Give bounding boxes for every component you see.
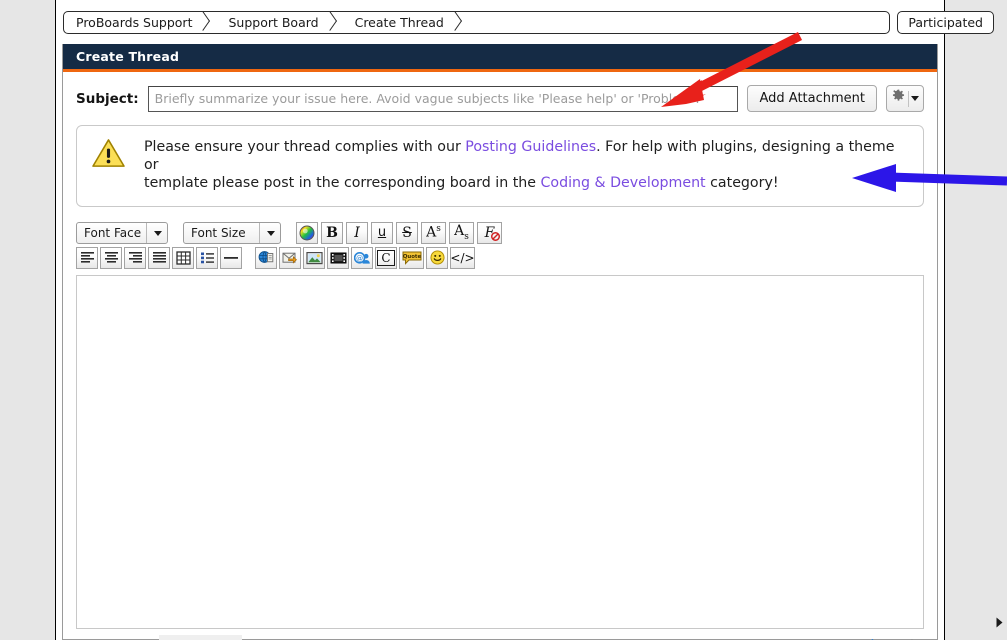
- underline-icon[interactable]: u: [371, 221, 393, 244]
- warning-icon: [91, 138, 126, 173]
- breadcrumb-row: ProBoards Support Support Board Create T…: [63, 11, 994, 34]
- posting-notice-text: Please ensure your thread complies with …: [144, 138, 909, 193]
- breadcrumb-label: ProBoards Support: [76, 15, 193, 30]
- italic-icon[interactable]: I: [346, 221, 368, 244]
- insert-user-icon[interactable]: @: [351, 246, 373, 269]
- subject-label: Subject:: [76, 90, 139, 107]
- breadcrumb-item-create-thread[interactable]: Create Thread: [343, 12, 446, 33]
- post-body-editor[interactable]: [76, 274, 924, 629]
- insert-code-icon[interactable]: C: [375, 246, 397, 269]
- font-size-select[interactable]: Font Size: [183, 221, 281, 244]
- insert-link-icon[interactable]: [255, 246, 277, 269]
- add-attachment-label: Add Attachment: [759, 91, 865, 106]
- remove-format-icon[interactable]: F: [477, 221, 502, 244]
- notice-line2-b: category!: [705, 175, 779, 192]
- superscript-glyph: A: [426, 224, 437, 241]
- breadcrumb-label: Create Thread: [354, 15, 444, 30]
- editor-bottom-bar: Preview BBCode: [76, 633, 924, 640]
- gear-icon: [891, 89, 906, 108]
- panel-title-label: Create Thread: [76, 49, 180, 64]
- subject-row: Subject: Add Attachment: [63, 72, 937, 120]
- chevron-down-icon: [267, 230, 275, 236]
- insert-image-icon[interactable]: [303, 246, 325, 269]
- insert-email-icon[interactable]: [279, 246, 301, 269]
- gear-divider: [908, 90, 909, 107]
- screenshot-root: ProBoards Support Support Board Create T…: [0, 0, 1007, 640]
- select-divider: [146, 222, 147, 243]
- bold-icon[interactable]: B: [321, 221, 343, 244]
- tab-bbcode[interactable]: BBCode: [158, 634, 242, 640]
- insert-smiley-icon[interactable]: [426, 246, 448, 269]
- breadcrumb-item-proboards-support[interactable]: ProBoards Support: [64, 12, 194, 33]
- insert-table-icon[interactable]: [172, 246, 194, 269]
- posting-notice: Please ensure your thread complies with …: [76, 125, 924, 207]
- tab-preview[interactable]: Preview: [76, 635, 159, 640]
- text-color-icon[interactable]: [296, 221, 318, 244]
- create-thread-panel: Create Thread Subject: Add Attachment: [62, 44, 938, 640]
- font-face-select[interactable]: Font Face: [76, 221, 168, 244]
- subject-input[interactable]: [147, 85, 739, 112]
- page-title: Create Thread: [63, 44, 937, 72]
- align-left-icon[interactable]: [76, 246, 98, 269]
- breadcrumb-item-support-board[interactable]: Support Board: [216, 12, 320, 33]
- editor-toolbar: Font Face Font Size B I u S As As F @ C …: [76, 221, 924, 269]
- insert-html-icon[interactable]: </>: [450, 246, 475, 269]
- superscript-icon[interactable]: As: [421, 221, 446, 244]
- html-glyph: </>: [450, 250, 475, 265]
- breadcrumb-chevron-icon: [321, 12, 343, 33]
- thread-options-gear-button[interactable]: [886, 85, 924, 112]
- chevron-down-icon: [911, 96, 919, 101]
- participated-button[interactable]: Participated: [897, 11, 994, 34]
- breadcrumb: ProBoards Support Support Board Create T…: [63, 11, 891, 34]
- strikethrough-icon[interactable]: S: [396, 221, 418, 244]
- subscript-icon[interactable]: As: [449, 221, 474, 244]
- coding-development-link[interactable]: Coding & Development: [541, 175, 706, 191]
- insert-video-icon[interactable]: [327, 246, 349, 269]
- underline-glyph: u: [377, 225, 387, 241]
- font-size-label: Font Size: [191, 225, 246, 240]
- insert-quote-icon[interactable]: Quote: [399, 246, 424, 269]
- subscript-glyph: A: [454, 222, 465, 239]
- italic-glyph: I: [354, 224, 360, 241]
- posting-guidelines-link[interactable]: Posting Guidelines: [465, 139, 596, 155]
- notice-line1-a: Please ensure your thread complies with …: [144, 139, 466, 155]
- svg-text:@: @: [356, 254, 363, 262]
- chevron-down-icon: [154, 230, 162, 236]
- align-justify-icon[interactable]: [148, 246, 170, 269]
- notice-line2-a: template please post in the correspondin…: [144, 175, 541, 192]
- participated-label: Participated: [908, 15, 983, 30]
- select-divider: [259, 222, 260, 243]
- svg-text:Quote: Quote: [402, 254, 421, 260]
- font-face-label: Font Face: [84, 225, 142, 240]
- horizontal-rule-icon[interactable]: [220, 246, 242, 269]
- code-glyph: C: [377, 249, 395, 266]
- strikethrough-glyph: S: [402, 224, 412, 241]
- bullet-list-icon[interactable]: [196, 246, 218, 269]
- bold-glyph: B: [326, 224, 338, 241]
- breadcrumb-chevron-icon: [446, 12, 468, 33]
- align-right-icon[interactable]: [124, 246, 146, 269]
- toolbar-row-2: @ C Quote </>: [76, 246, 924, 269]
- breadcrumb-chevron-icon: [194, 12, 216, 33]
- breadcrumb-label: Support Board: [228, 15, 319, 30]
- align-center-icon[interactable]: [100, 246, 122, 269]
- scrollbar-down-arrow[interactable]: [994, 614, 1005, 633]
- add-attachment-button[interactable]: Add Attachment: [747, 85, 877, 112]
- toolbar-row-1: Font Face Font Size B I u S As As F: [76, 221, 924, 244]
